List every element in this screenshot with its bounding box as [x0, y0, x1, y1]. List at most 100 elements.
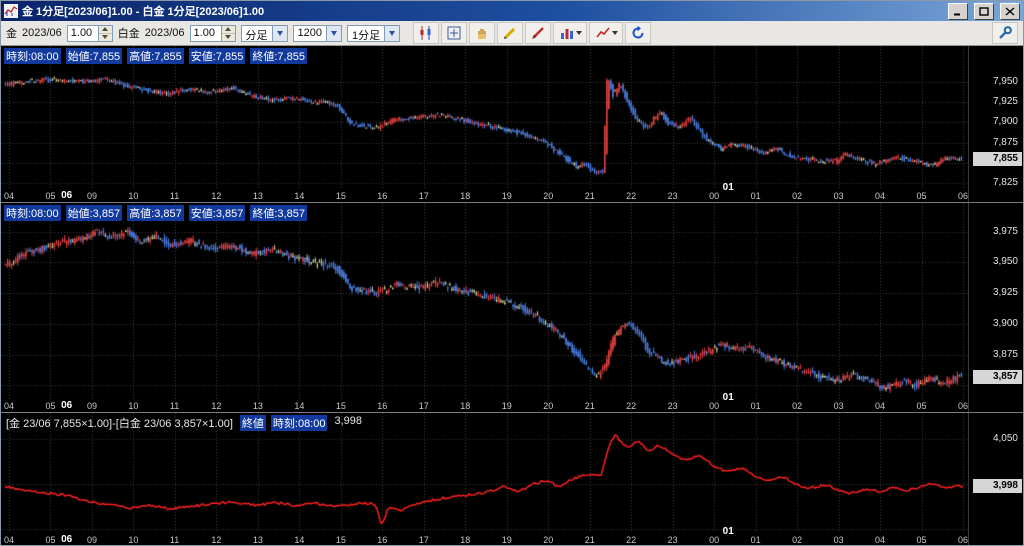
- info-token: 時刻:08:00: [4, 205, 61, 221]
- info-token: 3,998: [334, 415, 363, 427]
- bar-type-select[interactable]: 分足: [240, 24, 288, 42]
- spinner-down-icon[interactable]: [225, 35, 232, 39]
- x-axis-hour-label: 05: [916, 191, 927, 201]
- time-axis: 04 05 09 10 11 12 13 14 15 16 17 18 19 20 21 22 23 00 01 02…: [1, 182, 971, 202]
- minimize-button[interactable]: [948, 2, 968, 20]
- x-axis-hour-label: 18: [460, 191, 471, 201]
- x-axis-hour-label: 20: [543, 535, 554, 545]
- x-axis-hour-label: 23: [667, 535, 678, 545]
- x-axis-hour-label: 10: [128, 191, 139, 201]
- maximize-button[interactable]: [974, 2, 994, 20]
- x-axis-hour-label: 03: [833, 535, 844, 545]
- platinum-ratio-value[interactable]: 1.00: [191, 26, 221, 41]
- x-axis-hour-label: 01: [750, 191, 761, 201]
- x-axis-hour-label: 04: [875, 191, 886, 201]
- x-axis-hour-label: 00: [709, 535, 720, 545]
- spinner-arrows[interactable]: [97, 25, 112, 41]
- info-token: 時刻:08:00: [270, 415, 328, 431]
- x-axis-hour-label: 12: [211, 191, 222, 201]
- spinner-up-icon[interactable]: [225, 27, 232, 31]
- x-axis-hour-label: 04: [4, 191, 15, 201]
- gold-candlestick-plot[interactable]: [1, 46, 971, 202]
- price-axis: 4,050 3,998: [968, 413, 1023, 545]
- x-axis-hour-label: 00: [709, 191, 720, 201]
- chevron-down-icon: [575, 31, 582, 35]
- platinum-label: 白金: [117, 28, 140, 40]
- bar-chart-icon: [559, 25, 575, 41]
- x-axis-hour-label: 05: [45, 401, 56, 411]
- refresh-icon: [630, 25, 646, 41]
- x-axis-hour-label: 23: [667, 401, 678, 411]
- x-axis-hour-label: 00: [709, 401, 720, 411]
- x-axis-hour-label: 04: [4, 401, 15, 411]
- chevron-down-icon[interactable]: [384, 25, 400, 41]
- wrench-icon: [997, 25, 1013, 41]
- panel-platinum: 時刻:08:00 始値:3,857 高値:3,857 安値:3,857 終値:3,857…: [1, 202, 1023, 412]
- x-axis-hour-label: 01: [750, 401, 761, 411]
- info-bar: 時刻:08:00 始値:3,857 高値:3,857 安値:3,857 終値:3,857: [4, 205, 307, 221]
- timeframe-value: 1分足: [352, 29, 381, 42]
- chevron-down-icon[interactable]: [326, 25, 342, 41]
- candlestick-icon: [418, 25, 434, 41]
- x-axis-hour-label: 09: [86, 191, 97, 201]
- platinum-candlestick-plot[interactable]: [1, 203, 971, 412]
- crosshair-icon: [446, 25, 462, 41]
- y-axis-price-label: 7,950: [992, 75, 1018, 87]
- gold-ratio-spinner[interactable]: 1.00: [66, 24, 113, 42]
- x-axis-hour-label: 02: [792, 191, 803, 201]
- toolbar-buttons: [413, 22, 652, 44]
- info-token: 始値:3,857: [65, 205, 123, 221]
- settings-button[interactable]: [992, 22, 1018, 44]
- x-axis-hour-label: 04: [875, 535, 886, 545]
- select-mode-button[interactable]: [441, 22, 468, 44]
- x-axis-hour-label: 19: [501, 191, 512, 201]
- spinner-arrows[interactable]: [220, 25, 235, 41]
- time-axis: 04 05 09 10 11 12 13 14 15 16 17 18 19 20 21 22 23 00 01 02…: [1, 526, 971, 545]
- brush-button[interactable]: [525, 22, 552, 44]
- line-chart-icon: [595, 25, 611, 41]
- date-label: 06: [61, 534, 73, 545]
- spinner-up-icon[interactable]: [102, 27, 109, 31]
- spinner-down-icon[interactable]: [102, 35, 109, 39]
- x-axis-hour-label: 04: [4, 535, 15, 545]
- gold-ratio-value[interactable]: 1.00: [68, 26, 98, 41]
- x-axis-hour-label: 20: [543, 191, 554, 201]
- chevron-down-icon[interactable]: [271, 25, 287, 41]
- x-axis-hour-label: 02: [792, 401, 803, 411]
- chart-style-button[interactable]: [589, 22, 624, 44]
- app-window: 金 1分足[2023/06]1.00 - 白金 1分足[2023/06]1.00…: [0, 0, 1024, 546]
- spread-plot[interactable]: [1, 413, 971, 545]
- window-title: 金 1分足[2023/06]1.00 - 白金 1分足[2023/06]1.00: [22, 6, 265, 18]
- close-button[interactable]: [1000, 2, 1020, 20]
- x-axis-hour-label: 03: [833, 191, 844, 201]
- x-axis-hour-label: 14: [294, 535, 305, 545]
- timeframe-select[interactable]: 1分足: [347, 24, 401, 42]
- refresh-button[interactable]: [625, 22, 652, 44]
- x-axis-hour-label: 05: [45, 535, 56, 545]
- date-label: 06: [61, 400, 73, 411]
- info-token: 高値:7,855: [127, 48, 184, 64]
- x-axis-hour-label: 01: [750, 535, 761, 545]
- x-axis-hour-label: 17: [418, 191, 429, 201]
- x-axis-hour-label: 17: [418, 535, 429, 545]
- x-axis-hour-label: 18: [460, 401, 471, 411]
- last-price-box: 7,855: [973, 151, 1022, 166]
- draw-line-button[interactable]: [497, 22, 524, 44]
- price-axis: 7,950 7,925 7,900 7,875 7,825 7,855: [968, 46, 1023, 202]
- info-token: 時刻:08:00: [4, 48, 61, 64]
- x-axis-hour-label: 13: [252, 191, 263, 201]
- chart-display-button[interactable]: [413, 22, 440, 44]
- toolbar: 金 2023/06 1.00 白金 2023/06 1.00 分足 1200 1…: [1, 21, 1023, 46]
- chevron-down-icon: [611, 31, 618, 35]
- x-axis-hour-label: 17: [418, 401, 429, 411]
- bar-count-select[interactable]: 1200: [292, 24, 343, 42]
- platinum-ratio-spinner[interactable]: 1.00: [189, 24, 236, 42]
- info-bar: [金 23/06 7,855×1.00]-[白金 23/06 3,857×1.0…: [4, 415, 364, 431]
- y-axis-price-label: 7,925: [992, 95, 1018, 107]
- x-axis-hour-label: 14: [294, 191, 305, 201]
- pan-mode-button[interactable]: [469, 22, 496, 44]
- y-axis-price-label: 4,050: [992, 433, 1018, 445]
- last-price-box: 3,998: [973, 478, 1022, 493]
- x-axis-hour-label: 16: [377, 401, 388, 411]
- indicator-button[interactable]: [553, 22, 588, 44]
